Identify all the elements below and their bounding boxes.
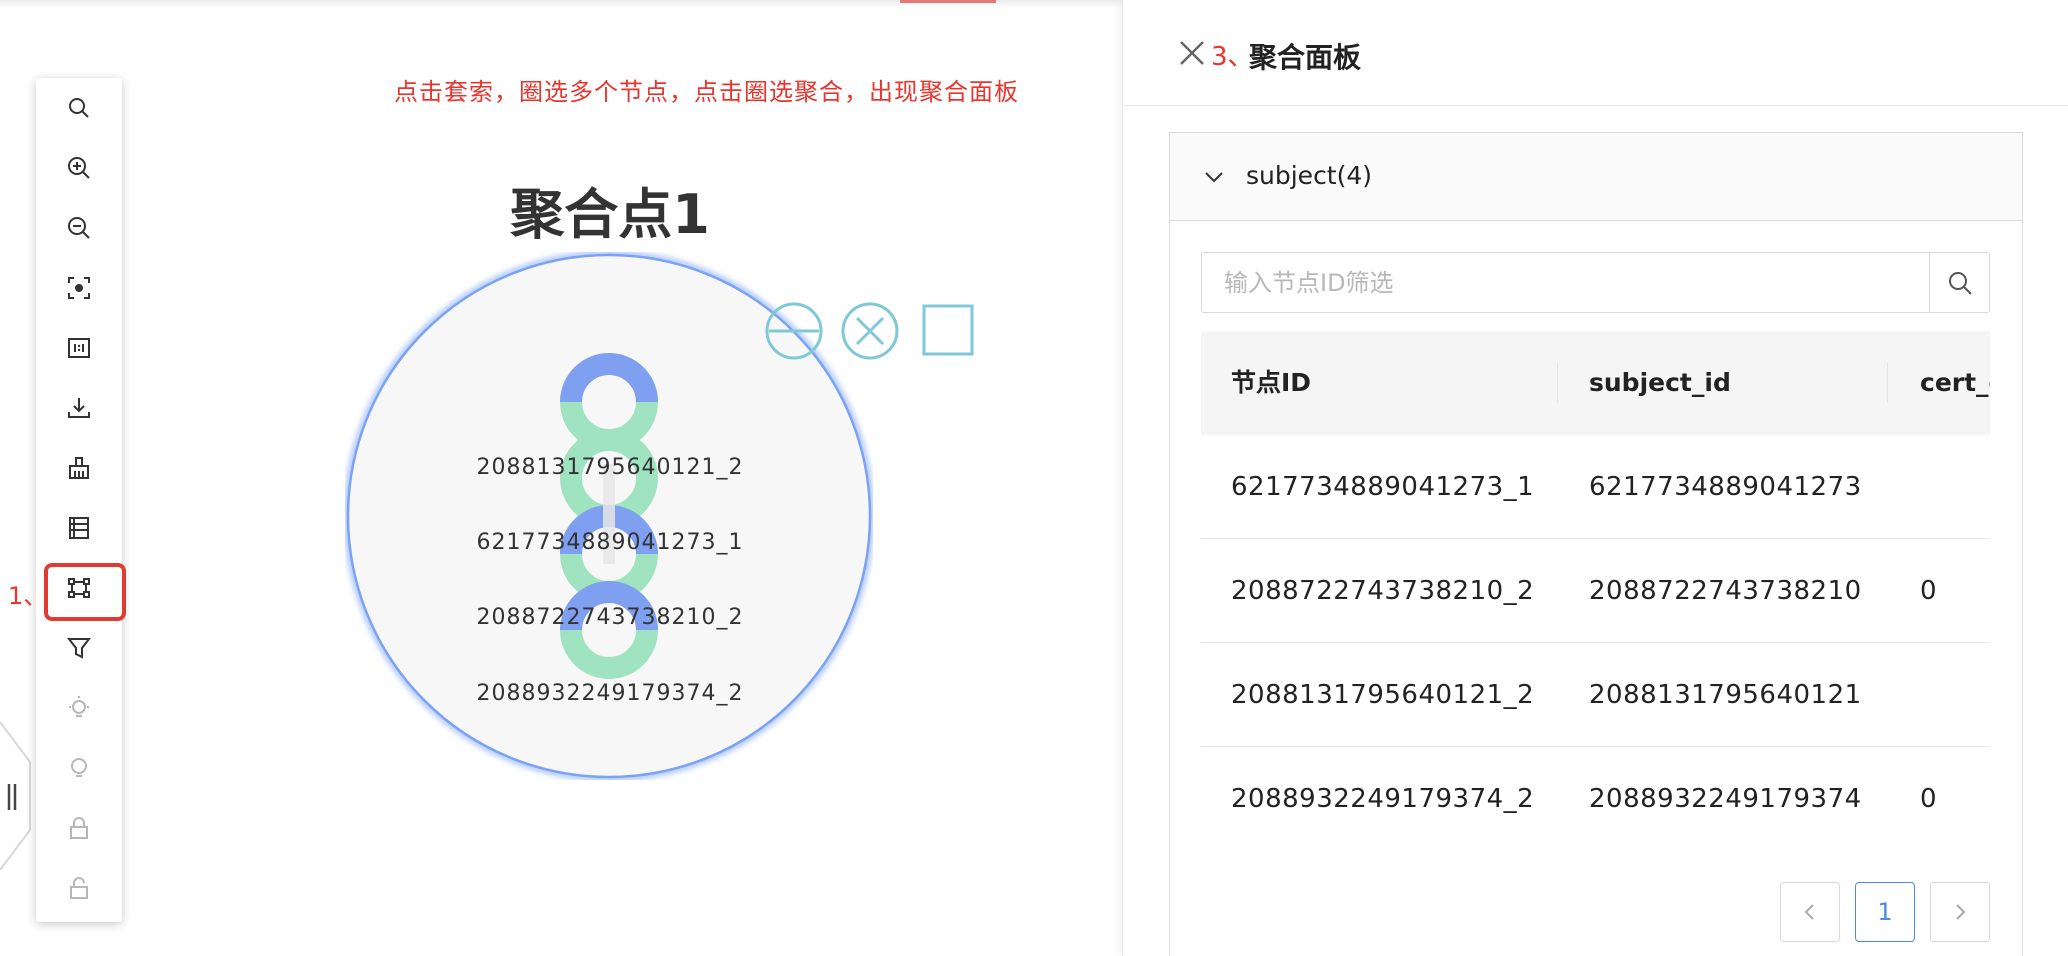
highlight-off-button[interactable] (36, 744, 122, 792)
node-label: 6217734889041273_1 (476, 530, 744, 555)
lock-icon (70, 817, 88, 839)
table-row[interactable]: 2088722743738210_2 2088722743738210 0 (1201, 539, 1990, 643)
collapse-circle-icon[interactable] (765, 302, 823, 360)
next-page-button[interactable] (1930, 882, 1990, 942)
graph-analysis-screen: 1、 点击套索，圈选多个节点，点击圈选聚合，出现聚合面板 聚合点1 208813… (0, 0, 2068, 956)
download-icon (68, 398, 90, 418)
table-cell: 2088131795640121 (1589, 680, 1862, 710)
chevron-left-icon (1804, 904, 1814, 920)
actual-size-button[interactable] (36, 324, 122, 372)
lasso-highlight-box (44, 563, 126, 621)
table-row[interactable]: 2088932249179374_2 2088932249179374 0 (1201, 747, 1990, 849)
list-button[interactable] (36, 504, 122, 552)
drawer-handle-icon[interactable] (0, 722, 34, 870)
clear-icon (69, 457, 89, 479)
table-cell: 2088932249179374_2 (1231, 784, 1535, 814)
table-cell: 0 (1920, 784, 1938, 814)
table-row[interactable]: 2088131795640121_2 2088131795640121 (1201, 643, 1990, 747)
cluster-title: 聚合点1 (510, 183, 710, 246)
subject-group-header[interactable]: subject(4) (1170, 133, 2022, 221)
highlight-off-icon (71, 758, 87, 777)
column-header[interactable]: cert_c (1920, 331, 1990, 435)
unlock-icon (70, 877, 88, 899)
chevron-right-icon (1956, 904, 1966, 920)
search-tool-button[interactable] (36, 84, 122, 132)
node-label: 2088131795640121_2 (476, 455, 744, 480)
fit-view-button[interactable] (36, 264, 122, 312)
panel-title: 聚合面板 (1249, 41, 1362, 74)
node-id-filter-input[interactable] (1202, 253, 1929, 312)
graph-toolbar (36, 78, 122, 922)
fit-view-icon (68, 277, 90, 299)
close-icon[interactable] (1177, 38, 1207, 68)
zoom-out-icon (68, 217, 90, 239)
table-row[interactable]: 6217734889041273_1 6217734889041273 (1201, 435, 1990, 539)
node-search (1201, 252, 1990, 313)
zoom-out-button[interactable] (36, 204, 122, 252)
top-tab-indicator (900, 0, 996, 3)
step-3-marker: 3、 (1211, 42, 1254, 72)
search-icon (69, 98, 89, 118)
list-icon (69, 517, 89, 539)
clear-canvas-button[interactable] (36, 444, 122, 492)
search-button[interactable] (1929, 253, 1989, 312)
zoom-in-button[interactable] (36, 144, 122, 192)
table-cell: 0 (1920, 576, 1938, 606)
panel-header: 3、 聚合面板 (1123, 0, 2068, 106)
download-button[interactable] (36, 384, 122, 432)
table-cell: 6217734889041273 (1589, 472, 1862, 502)
page-number-button[interactable]: 1 (1855, 882, 1915, 942)
table-cell: 2088722743738210_2 (1231, 576, 1535, 606)
table-cell: 2088932249179374 (1589, 784, 1862, 814)
node-label: 2088722743738210_2 (476, 605, 744, 630)
subject-group: subject(4) 节点ID subject_id cert_c (1169, 132, 2023, 956)
zoom-in-icon (68, 157, 90, 179)
actual-size-icon (68, 338, 90, 358)
node-table: 节点ID subject_id cert_c 6217734889041273_… (1201, 331, 1990, 849)
filter-icon (66, 638, 92, 659)
node-label: 2088932249179374_2 (476, 681, 744, 706)
lock-button[interactable] (36, 804, 122, 852)
table-cell: 6217734889041273_1 (1231, 472, 1535, 502)
aggregation-panel: 3、 聚合面板 subject(4) 输入节点ID筛选 节点ID subject… (1122, 0, 2068, 956)
filter-button[interactable] (36, 624, 122, 672)
table-cell: 2088722743738210 (1589, 576, 1862, 606)
column-divider (1887, 363, 1888, 403)
close-circle-icon[interactable] (841, 302, 899, 360)
subject-group-title: subject(4) (1246, 161, 1373, 190)
highlight-on-icon (69, 696, 89, 717)
step-1-marker: 1、 (8, 582, 48, 610)
column-header[interactable]: 节点ID (1231, 331, 1311, 435)
column-header[interactable]: subject_id (1589, 331, 1731, 435)
table-header: 节点ID subject_id cert_c (1201, 331, 1990, 435)
search-icon (1948, 271, 1972, 295)
unlock-button[interactable] (36, 864, 122, 912)
expand-square-icon[interactable] (920, 302, 978, 360)
instruction-annotation: 点击套索，圈选多个节点，点击圈选聚合，出现聚合面板 (394, 78, 1019, 106)
prev-page-button[interactable] (1780, 882, 1840, 942)
column-divider (1557, 363, 1558, 403)
highlight-on-button[interactable] (36, 684, 122, 732)
chevron-down-icon (1205, 172, 1223, 183)
table-cell: 2088131795640121_2 (1231, 680, 1535, 710)
